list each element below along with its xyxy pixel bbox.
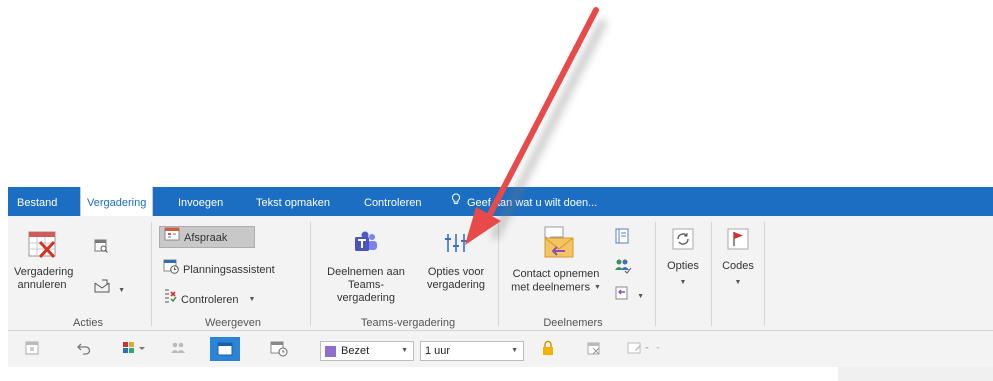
flag-icon [727,228,749,250]
chevron-down-icon: ▼ [593,284,601,291]
contact-attendees-button[interactable]: Contact opnemen met deelnemers ▼ [506,224,606,294]
tab-bestand[interactable]: Bestand [17,187,57,216]
chevron-down-icon: ▼ [679,279,687,286]
codes-label: Codes [722,260,754,272]
meeting-options-button[interactable]: Opties voor vergadering [420,230,492,292]
invite-attendees-icon[interactable] [170,340,186,360]
calendar-view-button[interactable] [93,238,109,260]
chevron-down-icon: ▼ [401,347,408,354]
ribbon-body: Vergadering annuleren ▼ Acties Afspraak … [8,216,993,331]
codes-button[interactable]: Codes ▼ [718,228,758,289]
reminder-value: 1 uur [425,345,451,357]
opties-button[interactable]: Opties ▼ [662,228,704,289]
opties-label: Opties [667,260,699,272]
afspraak-button[interactable]: Afspraak [159,226,255,248]
tab-invoegen[interactable]: Invoegen [178,187,223,216]
chevron-down-icon: ▼ [637,293,644,301]
private-lock-icon[interactable] [541,340,555,360]
group-separator [498,222,499,326]
check-names-button[interactable] [614,258,632,280]
chevron-down-icon: ▼ [248,296,256,303]
calendar-icon [164,227,180,249]
status-corner [838,367,993,381]
afspraak-label: Afspraak [184,232,228,244]
forward-button[interactable]: ▼ [93,278,125,300]
show-as-value: Bezet [341,345,370,357]
cancel-meeting-label-1: Vergadering [14,266,74,278]
ribbon-tab-bar: Bestand Vergadering Invoegen Tekst opmak… [8,187,993,218]
save-to-calendar-icon[interactable] [24,340,40,360]
quick-access-toolbar: Bezet ▼ 1 uur ▼ [8,331,993,367]
show-as-select[interactable]: Bezet ▼ [320,341,414,361]
response-options-button[interactable]: ▼ [614,284,644,306]
tab-controleren[interactable]: Controleren [364,187,421,216]
planningsassistent-button[interactable]: Planningsassistent [163,258,275,280]
chevron-down-icon: ▼ [734,279,742,286]
group-label-deelnemers: Deelnemers [543,317,603,329]
tell-me-search[interactable]: Geef aan wat u wilt doen... [451,187,597,216]
reminder-select[interactable]: 1 uur ▼ [420,341,524,361]
group-separator [310,222,311,326]
controleren-label: Controleren [181,293,239,306]
calendar-search-icon [93,239,109,257]
chevron-down-icon: ▼ [118,287,125,295]
address-book-icon [614,228,630,247]
people-check-icon [614,259,632,277]
group-separator [655,222,656,326]
busy-color-swatch [325,345,336,357]
tab-tekst-opmaken[interactable]: Tekst opmaken [256,187,330,216]
categorize-icon[interactable] [121,340,147,360]
tracking-icon [163,288,177,312]
calendar-cancel-icon [26,228,58,260]
contact-attendees-label-2: met deelnemers ▼ [511,281,601,294]
group-label-acties: Acties [73,317,103,329]
appointment-view-icon[interactable] [210,337,240,361]
scheduling-icon[interactable] [270,340,288,360]
lightbulb-icon [451,187,461,219]
join-teams-meeting-button[interactable]: Deelnemen aan Teams-vergadering [320,230,412,305]
reply-envelope-icon [537,224,575,260]
join-teams-label-2: Teams-vergadering [336,279,396,304]
tell-me-text: Geef aan wat u wilt doen... [467,197,598,209]
planningsassistent-label: Planningsassistent [183,263,275,276]
controleren-button[interactable]: Controleren ▼ [163,288,255,310]
cancel-meeting-label-2: annuleren [17,279,67,291]
response-icon [614,286,633,303]
meeting-options-label-1: Opties voor [427,266,485,278]
group-label-teams-vergadering: Teams-vergadering [360,317,456,329]
meeting-options-label-2: vergadering [426,279,486,291]
chevron-down-icon: ▼ [511,347,518,354]
cancel-meeting-button[interactable]: Vergadering annuleren [14,228,74,292]
undo-icon[interactable] [76,340,92,360]
teams-icon [353,230,379,256]
recurrence-icon [672,228,694,250]
tab-vergadering[interactable]: Vergadering [80,187,154,218]
address-book-button[interactable] [614,228,630,250]
forward-icon [93,279,114,297]
delete-event-icon[interactable] [586,340,602,360]
group-separator [151,222,152,326]
group-label-weergeven: Weergeven [204,317,262,329]
sliders-icon [443,230,469,256]
group-separator [764,222,765,326]
join-teams-label-1: Deelnemen aan [327,266,405,278]
more-commands-icon[interactable] [626,340,660,360]
contact-attendees-label-1: Contact opnemen [512,268,600,280]
group-separator [711,222,712,326]
scheduling-assistant-icon [163,258,179,282]
